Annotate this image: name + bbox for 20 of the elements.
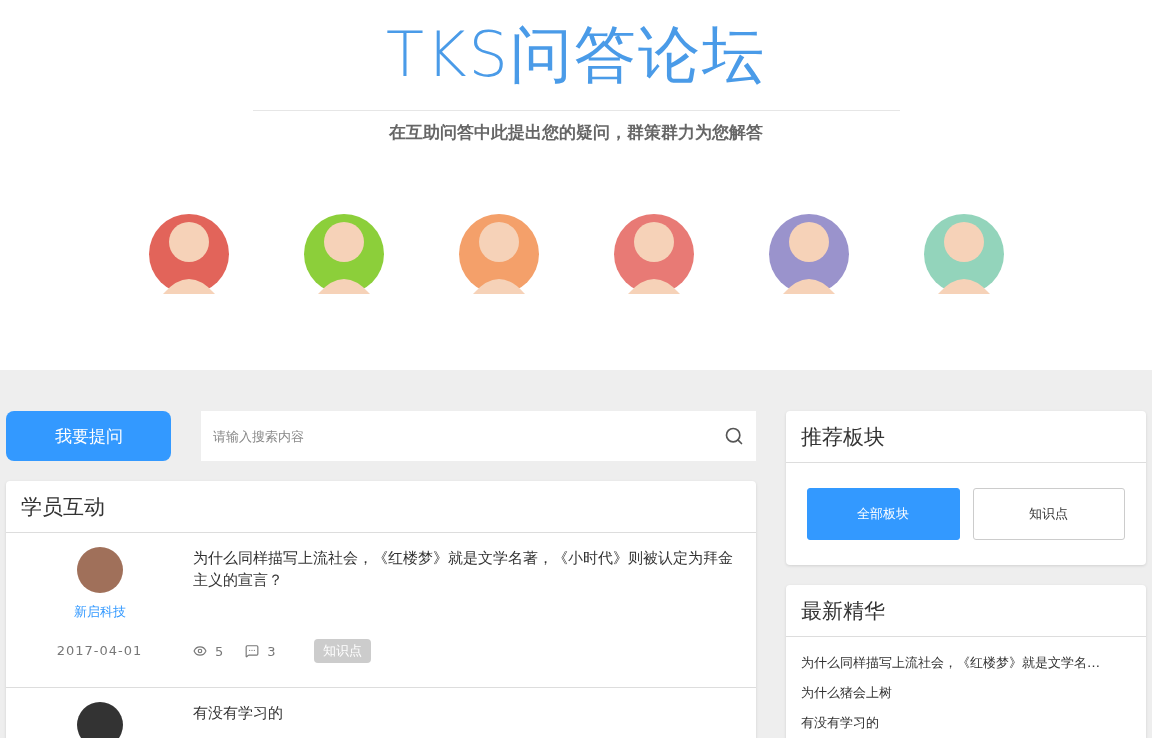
post-date: 2017-04-01 xyxy=(56,643,143,658)
featured-link[interactable]: 为什么猪会上树 xyxy=(801,683,1131,702)
card-title: 推荐板块 xyxy=(786,411,1146,463)
photo-placeholder xyxy=(76,702,123,738)
view-count: 5 xyxy=(215,643,224,659)
search-icon[interactable] xyxy=(724,426,744,446)
card-title: 学员互动 xyxy=(6,481,756,533)
comment-icon xyxy=(245,644,260,658)
search-field[interactable]: 请输入搜索内容 xyxy=(201,411,756,461)
card-title: 最新精华 xyxy=(786,585,1146,637)
board-button[interactable]: 知识点 xyxy=(972,488,1125,540)
comment-count: 3 xyxy=(267,643,276,659)
site-title: TKS问答论坛 xyxy=(386,17,766,93)
photo-placeholder xyxy=(76,547,123,593)
featured-link[interactable]: 有没有学习的 xyxy=(801,713,1131,732)
post-title[interactable]: 有没有学习的 xyxy=(193,702,741,724)
site-subtitle: 在互助问答中此提出您的疑问，群策群力为您解答 xyxy=(389,121,763,144)
eye-icon xyxy=(193,644,207,658)
post-title[interactable]: 为什么同样描写上流社会，《红楼梦》就是文学名著，《小时代》则被认定为拜金主义的宣言？ xyxy=(193,547,741,591)
featured-link[interactable]: 为什么同样描写上流社会，《红楼梦》就是文学名… xyxy=(801,653,1131,672)
